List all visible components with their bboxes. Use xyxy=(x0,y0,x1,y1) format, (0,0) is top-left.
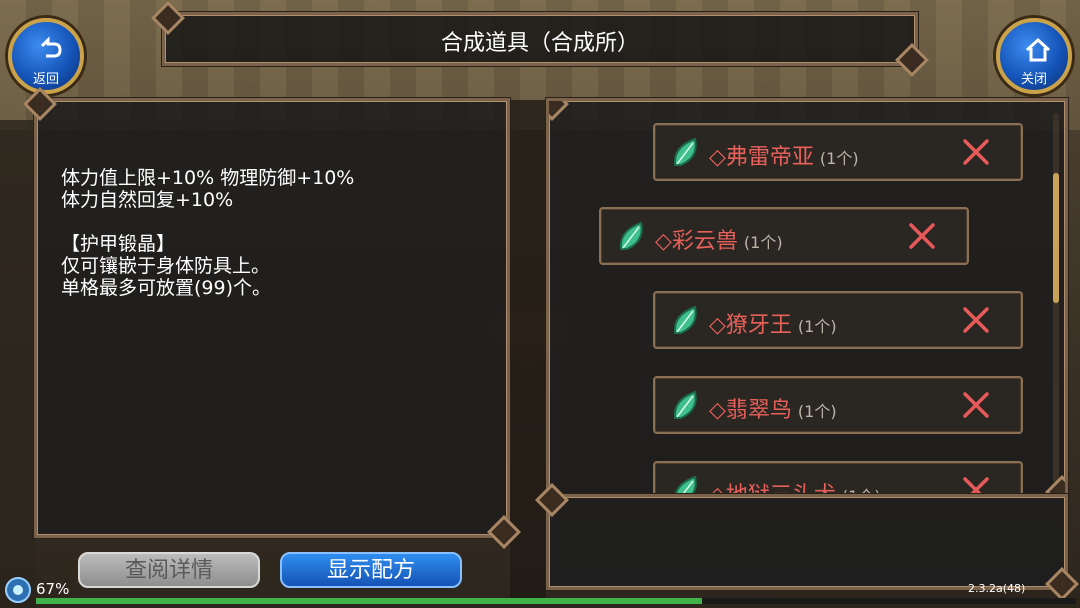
description-line xyxy=(61,211,354,233)
back-arrow-icon xyxy=(40,36,62,58)
description-line: 【护甲锻晶】 xyxy=(61,233,176,255)
description-line: 体力值上限+10% 物理防御+10% xyxy=(61,167,355,189)
result-panel xyxy=(546,494,1068,590)
material-list-panel[interactable]: ◇弗雷帝亚 (1个) ◇彩云兽 (1个) ◇獠牙王 (1个) ◇翡翠鸟 (1个) ◇地狱三头犬(… xyxy=(546,98,1068,498)
material-name-text: ◇翡翠鸟 xyxy=(709,398,792,423)
leaf-icon xyxy=(619,221,643,250)
leaf-icon xyxy=(673,305,697,334)
close-x-icon[interactable] xyxy=(961,390,991,420)
back-label: 返回 xyxy=(32,72,59,87)
material-row[interactable]: ◇獠牙王 (1个) xyxy=(653,291,1023,349)
material-name: ◇弗雷帝亚 (1个) xyxy=(709,139,859,171)
scrollbar-thumb[interactable] xyxy=(1053,173,1059,303)
battery-level: 67% xyxy=(36,580,70,598)
page-title: 合成道具（合成所） xyxy=(440,31,639,56)
home-icon xyxy=(1025,37,1051,62)
material-quantity: (1个) xyxy=(743,233,783,252)
material-row[interactable]: ◇翡翠鸟 (1个) xyxy=(653,376,1023,434)
close-button[interactable]: 关闭 xyxy=(996,18,1072,94)
description-line: 体力自然回复+10% xyxy=(61,189,234,211)
material-quantity: (1个) xyxy=(797,402,837,421)
back-button[interactable]: 返回 xyxy=(8,18,84,94)
leaf-icon xyxy=(673,137,697,166)
material-name-text: ◇獠牙王 xyxy=(709,313,792,338)
background-pillar xyxy=(0,120,36,608)
show-recipe-button[interactable]: 显示配方 xyxy=(280,552,462,588)
title-bar: 合成道具（合成所） xyxy=(162,12,918,66)
experience-bar-fill xyxy=(36,598,702,604)
description-panel: 体力值上限+10% 物理防御+10% 体力自然回复+10% 【护甲锻晶】 仅可镶嵌于… xyxy=(34,98,510,538)
close-x-icon[interactable] xyxy=(907,221,937,251)
description-line: 单格最多可放置(99)个。 xyxy=(61,277,272,299)
scrollbar[interactable] xyxy=(1053,113,1059,483)
material-quantity: (1个) xyxy=(819,149,859,168)
experience-bar xyxy=(36,598,1076,604)
material-row[interactable]: ◇彩云兽 (1个) xyxy=(599,207,969,265)
battery-icon xyxy=(5,577,31,603)
item-description: 体力值上限+10% 物理防御+10% 体力自然回复+10% 【护甲锻晶】 仅可镶嵌于… xyxy=(61,167,354,299)
material-name-text: ◇彩云兽 xyxy=(655,229,738,254)
material-name: ◇翡翠鸟 (1个) xyxy=(709,392,837,424)
material-name-text: ◇弗雷帝亚 xyxy=(709,145,814,170)
material-quantity: (1个) xyxy=(797,317,837,336)
close-x-icon[interactable] xyxy=(961,305,991,335)
view-details-button[interactable]: 查阅详情 xyxy=(78,552,260,588)
material-name: ◇彩云兽 (1个) xyxy=(655,223,783,255)
close-x-icon[interactable] xyxy=(961,137,991,167)
version-label: 2.3.2a(48) xyxy=(968,582,1026,595)
material-row[interactable]: ◇弗雷帝亚 (1个) xyxy=(653,123,1023,181)
leaf-icon xyxy=(673,390,697,419)
description-line: 仅可镶嵌于身体防具上。 xyxy=(61,255,271,277)
material-row[interactable]: ◇地狱三头犬 (1个) xyxy=(653,461,1023,495)
material-name: ◇獠牙王 (1个) xyxy=(709,307,837,339)
background-pillar xyxy=(510,100,546,600)
close-label: 关闭 xyxy=(1020,72,1047,87)
